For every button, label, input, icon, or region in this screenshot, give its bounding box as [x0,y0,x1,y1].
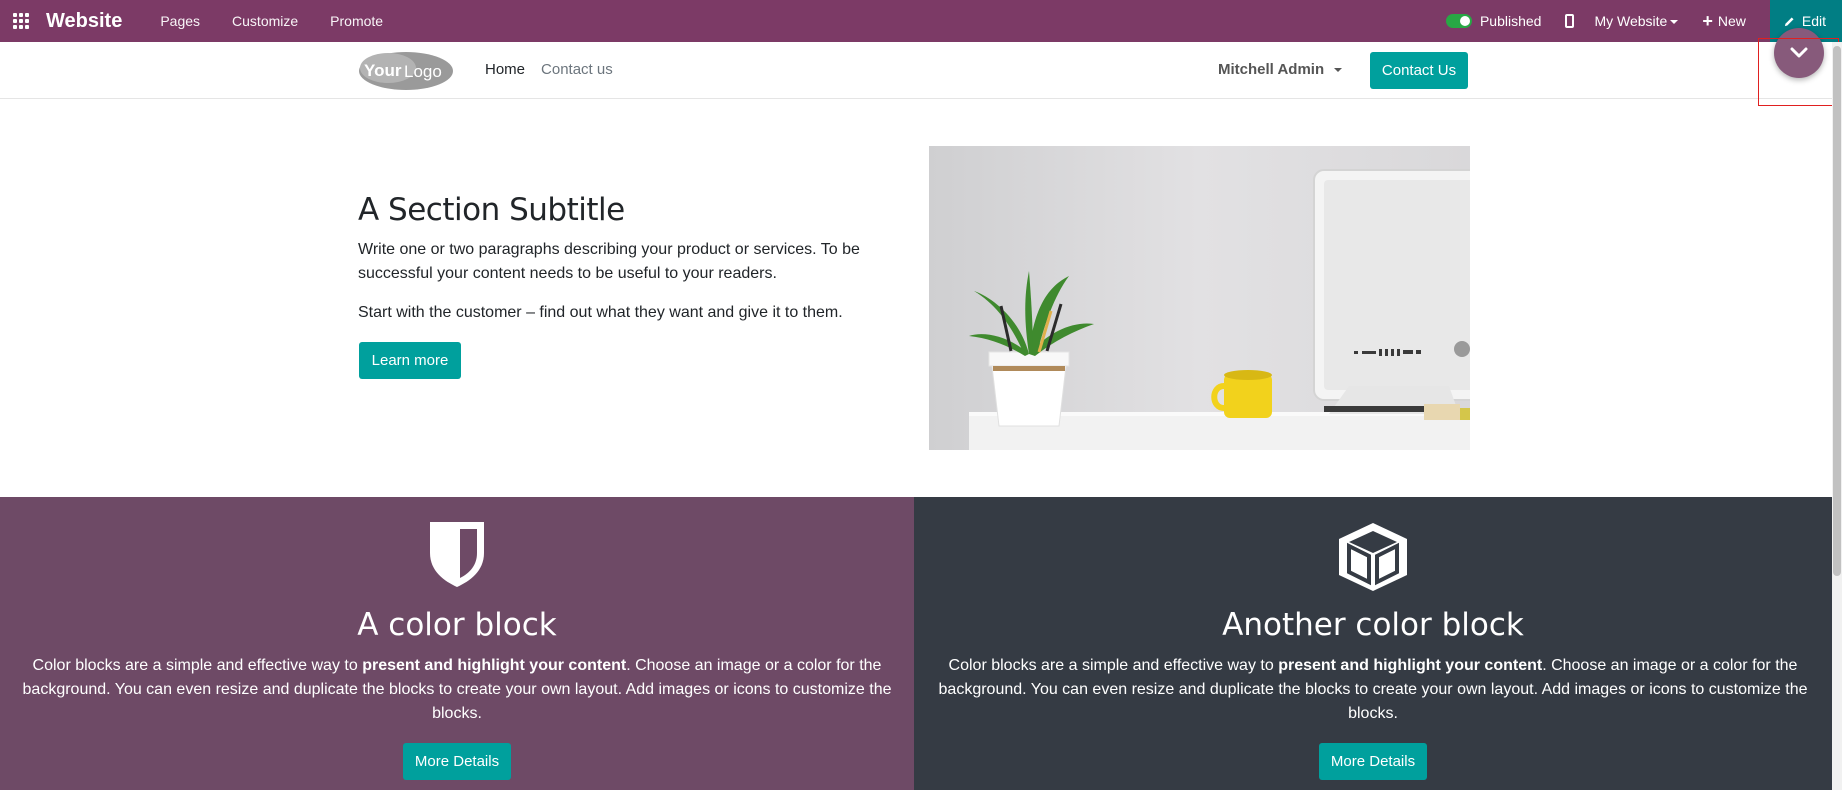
menu-pages[interactable]: Pages [144,13,216,29]
main-nav: Home Contact us [485,61,613,78]
hero-paragraph-2: Start with the customer – find out what … [358,304,843,321]
nav-contact-us[interactable]: Contact us [541,61,613,78]
color-block-2: Another color block Color blocks are a s… [914,497,1832,790]
website-switcher-label: My Website [1594,13,1668,29]
site-logo[interactable]: Your Logo [358,50,454,92]
color-block-text: Color blocks are a simple and effective … [932,654,1814,726]
scrollbar-thumb[interactable] [1833,46,1841,576]
shield-icon [430,522,484,587]
desk-photo [929,146,1470,450]
svg-text:Your: Your [364,61,402,80]
color-block-title: Another color block [1222,607,1524,643]
section-subtitle: A Section Subtitle [358,192,625,228]
nav-home[interactable]: Home [485,61,525,78]
highlight-box [1758,38,1839,106]
more-details-button[interactable]: More Details [403,743,511,780]
chevron-down-icon [1334,68,1343,73]
contact-us-button[interactable]: Contact Us [1370,52,1468,89]
menu-customize[interactable]: Customize [216,13,314,29]
pencil-icon [1784,16,1794,26]
user-name: Mitchell Admin [1218,61,1325,78]
menu-promote[interactable]: Promote [314,13,399,29]
block-text-highlight: present and highlight your content [1278,657,1543,674]
block-text-intro: Color blocks are a simple and effective … [32,657,363,674]
color-block-title: A color block [357,607,557,643]
apps-grid-icon[interactable] [12,12,30,30]
color-block-1: A color block Color blocks are a simple … [0,497,914,790]
published-label[interactable]: Published [1480,13,1542,29]
website-switcher[interactable]: My Website [1594,13,1679,29]
svg-text:Logo: Logo [404,62,442,81]
new-label: New [1717,13,1746,29]
block-text-intro: Color blocks are a simple and effective … [948,657,1279,674]
color-block-text: Color blocks are a simple and effective … [18,654,896,726]
app-brand[interactable]: Website [46,10,122,33]
site-header: Your Logo Home Contact us Mitchell Admin… [0,42,1832,99]
user-menu[interactable]: Mitchell Admin [1218,61,1343,78]
plus-icon: + [1702,11,1713,31]
admin-nav: Pages Customize Promote [144,13,399,29]
block-text-highlight: present and highlight your content [362,657,627,674]
published-toggle[interactable] [1445,14,1472,28]
hero-paragraph-1: Write one or two paragraphs describing y… [358,241,860,282]
website-admin-bar: Website Pages Customize Promote Publishe… [0,0,1842,42]
chevron-down-icon [1670,20,1679,25]
learn-more-button[interactable]: Learn more [359,342,461,379]
edit-label: Edit [1801,13,1826,29]
more-details-button[interactable]: More Details [1319,743,1427,780]
new-content-button[interactable]: + New [1702,12,1746,30]
mobile-preview-icon[interactable] [1565,14,1575,28]
cube-icon [1339,523,1407,591]
